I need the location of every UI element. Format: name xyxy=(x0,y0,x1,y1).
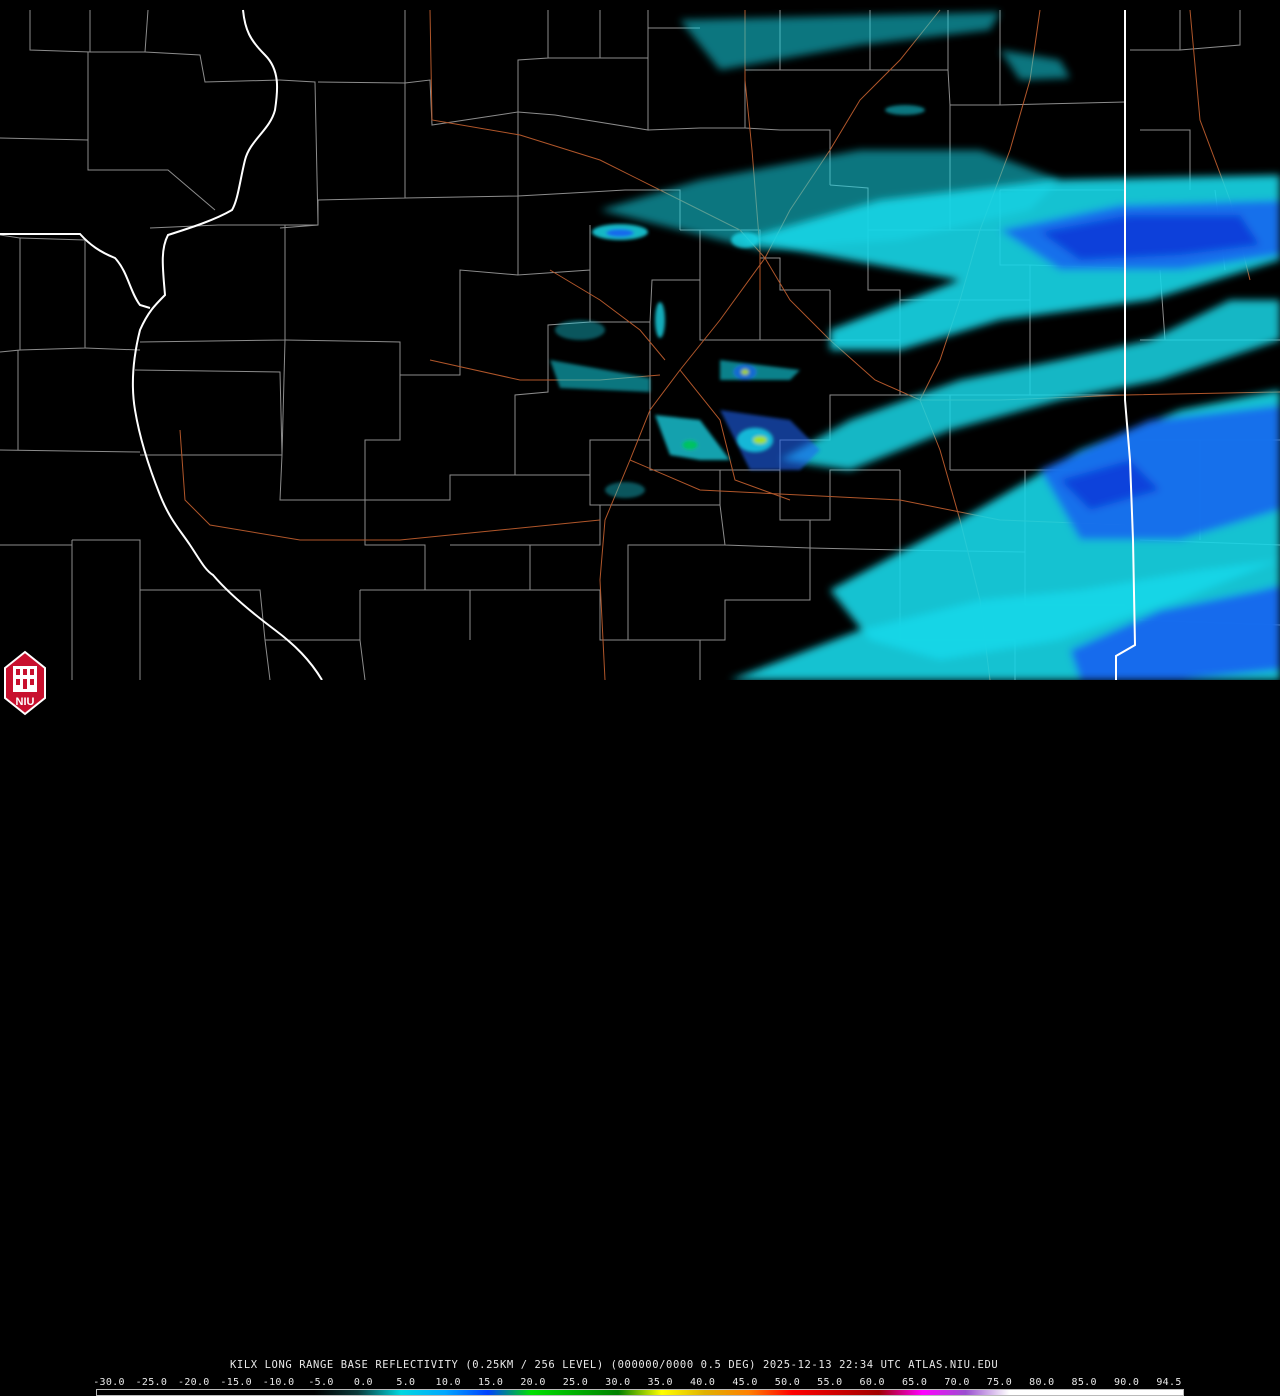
colorbar-tick-label: 0.0 xyxy=(353,1377,373,1388)
colorbar-tick-label: 25.0 xyxy=(562,1377,589,1388)
colorbar-tick-label: 94.5 xyxy=(1156,1377,1182,1388)
radar-map xyxy=(0,9,1280,680)
colorbar-tick-label: 85.0 xyxy=(1071,1377,1097,1388)
colorbar-tick-label: 90.0 xyxy=(1113,1377,1140,1388)
colorbar-tick-label: -15.0 xyxy=(220,1377,252,1388)
colorbar-tick-label: 60.0 xyxy=(859,1377,885,1388)
colorbar-tick-label: 50.0 xyxy=(774,1377,801,1388)
colorbar-tick-label: 20.0 xyxy=(520,1377,546,1388)
colorbar-tick-label: -5.0 xyxy=(308,1377,334,1388)
colorbar-tick-labels: -30.0 -25.0 -20.0 -15.0 -10.0 -5.0 0.0 5.0 10.0 1… xyxy=(93,1377,1195,1389)
colorbar-tick-label: 5.0 xyxy=(396,1377,416,1388)
colorbar-tick-label: 15.0 xyxy=(477,1377,504,1388)
colorbar-tick-label: 35.0 xyxy=(647,1377,673,1388)
colorbar-tick-label: 75.0 xyxy=(986,1377,1013,1388)
colorbar-tick-label: -25.0 xyxy=(135,1377,168,1388)
product-footer: KILX LONG RANGE BASE REFLECTIVITY (0.25K… xyxy=(0,680,1280,1396)
colorbar-tick-label: 80.0 xyxy=(1029,1377,1055,1388)
colorbar-tick-label: 40.0 xyxy=(689,1377,716,1388)
colorbar-tick-label: 70.0 xyxy=(944,1377,970,1388)
colorbar-tick-label: 65.0 xyxy=(901,1377,928,1388)
product-caption: KILX LONG RANGE BASE REFLECTIVITY (0.25K… xyxy=(230,1359,999,1371)
logo-text: NIU xyxy=(16,696,35,708)
colorbar-tick-label: 30.0 xyxy=(605,1377,631,1388)
reflectivity-colorbar xyxy=(96,1389,1184,1396)
niu-logo: NIU xyxy=(4,650,46,716)
colorbar-tick-label: 10.0 xyxy=(435,1377,461,1388)
colorbar-tick-label: 45.0 xyxy=(732,1377,758,1388)
radar-echoes xyxy=(550,12,1280,680)
colorbar-tick-label: -20.0 xyxy=(177,1377,210,1388)
colorbar-tick-label: -10.0 xyxy=(262,1377,295,1388)
colorbar-tick-label: -30.0 xyxy=(93,1377,125,1388)
colorbar-tick-label: 55.0 xyxy=(817,1377,843,1388)
